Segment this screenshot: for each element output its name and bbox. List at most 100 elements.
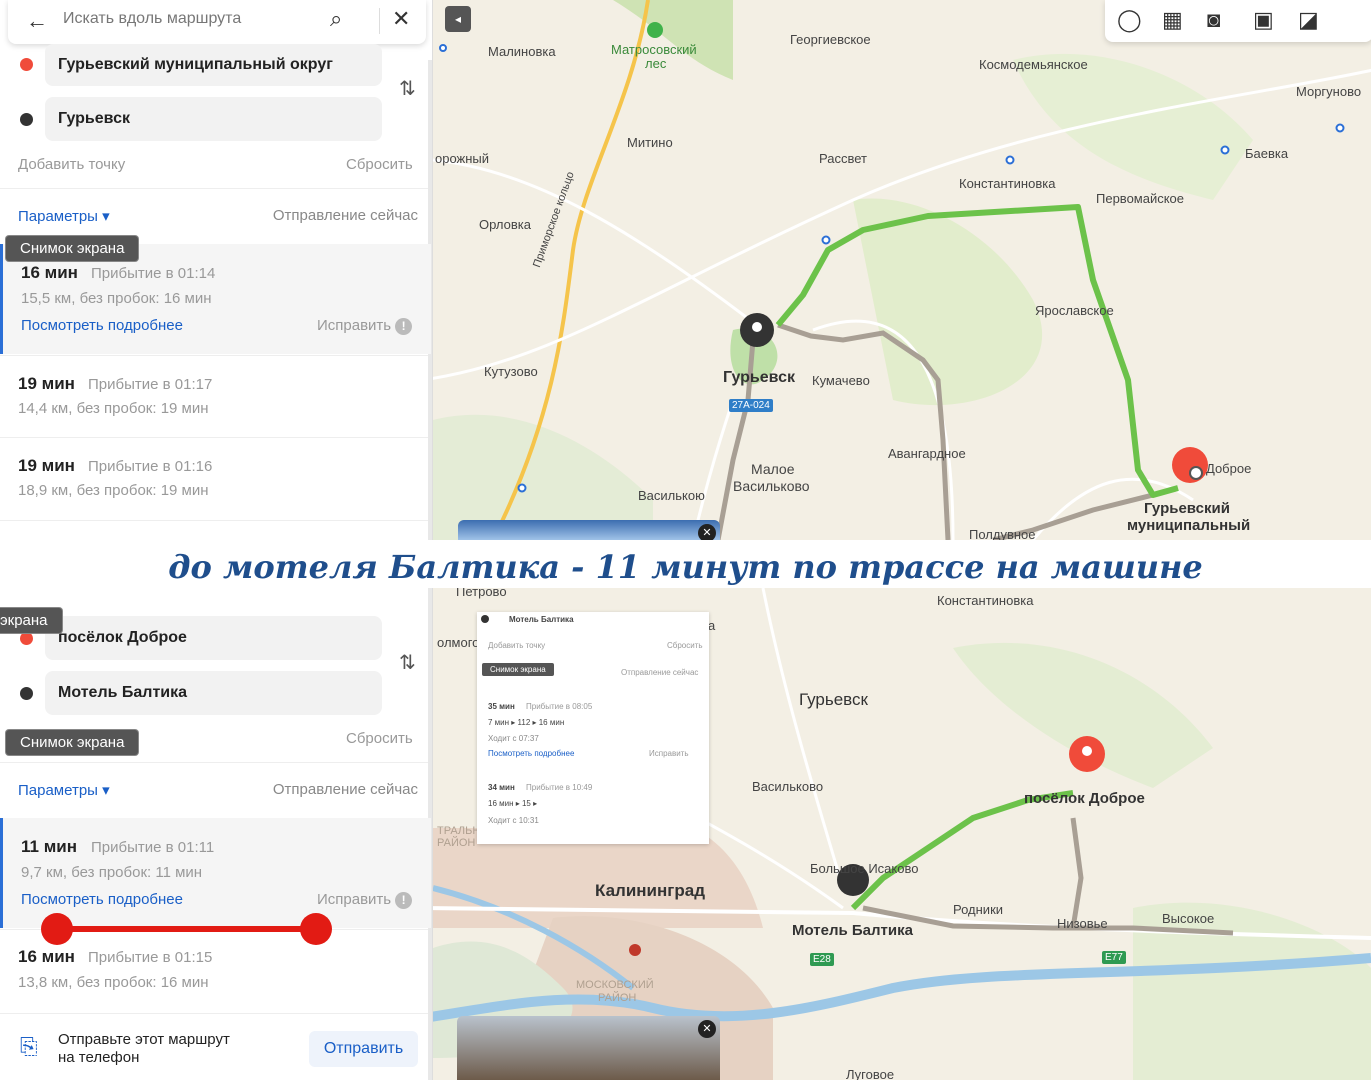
mini-route-arrival: Прибытие в 10:49 — [526, 783, 593, 792]
map-label: Родники — [953, 902, 1004, 917]
map-label: Рассвет — [819, 151, 867, 166]
map-district-label: ТРАЛЬН — [437, 825, 481, 837]
send-button[interactable]: Отправить — [309, 1031, 418, 1067]
route-distance: 15,5 км, без пробок: 16 мин — [21, 290, 212, 307]
photo-thumbnail[interactable]: ✕ — [458, 520, 720, 540]
route-distance: 14,4 км, без пробок: 19 мин — [18, 400, 209, 417]
close-icon[interactable]: ✕ — [698, 1020, 716, 1038]
add-point-link[interactable]: Добавить точку — [18, 156, 125, 173]
layers-icon[interactable]: ◯ — [1117, 7, 1142, 33]
map-label: Моргуново — [1296, 84, 1362, 99]
camera-icon[interactable]: ◙ — [1207, 7, 1220, 33]
map-label: Первомайское — [1096, 191, 1185, 206]
road-shield: 27А-024 — [729, 399, 773, 412]
map-label: Авангардное — [888, 446, 966, 461]
mini-add-point[interactable]: Добавить точку — [488, 641, 545, 650]
origin-label: Мотель Балтика — [792, 922, 913, 939]
map-label: Василькою — [638, 488, 705, 503]
send-text: Отправьте этот маршрут — [58, 1031, 230, 1048]
map-label: Митино — [627, 135, 673, 150]
map-label: Ярославское — [1035, 303, 1114, 318]
fix-label: Исправить — [317, 317, 392, 334]
map-label: Космодемьянское — [979, 57, 1088, 72]
map-label: Константиновка — [937, 593, 1034, 608]
road-shield: E28 — [810, 953, 834, 966]
mini-details-link[interactable]: Посмотреть подробнее — [488, 749, 574, 758]
map-label: Низовье — [1057, 916, 1108, 931]
params-dropdown[interactable]: Параметры ▾ — [18, 207, 110, 225]
map-label: лес — [645, 56, 667, 71]
route-fix-link[interactable]: Исправить! — [317, 317, 413, 335]
send-text: на телефон — [58, 1049, 140, 1066]
map-layer-controls: ◯ ▦ ◙ ▣ ◪ — [1105, 0, 1371, 42]
mini-departure[interactable]: Отправление сейчас — [621, 668, 698, 677]
annotation-dot — [41, 913, 73, 945]
route-option-3[interactable]: 19 мин Прибытие в 01:16 18,9 км, без про… — [0, 438, 428, 520]
mini-reset[interactable]: Сбросить — [667, 641, 703, 650]
route-point-b[interactable]: Гурьевск — [45, 97, 382, 141]
departure-select[interactable]: Отправление сейчас — [273, 207, 418, 224]
close-icon[interactable]: ✕ — [698, 524, 716, 540]
map-label: Луговое — [846, 1067, 895, 1080]
route-point-a[interactable]: Гурьевский муниципальный округ — [45, 44, 382, 86]
embedded-transit-panel: Мотель Балтика Добавить точку Сбросить С… — [477, 612, 709, 844]
search-icon[interactable]: ⌕ — [330, 6, 342, 32]
map-city-label: Гурьевск — [723, 369, 795, 386]
map-label: Высокое — [1162, 911, 1215, 926]
route-sidebar: ← Искать вдоль маршрута ⌕ ✕ Гурьевский м… — [0, 0, 433, 540]
mini-fix-link[interactable]: Исправить — [649, 749, 689, 758]
destination-label: Гурьевский — [1144, 500, 1230, 517]
top-screenshot: ◂ Малиновка Матросовский лес Георгиевско… — [0, 0, 1371, 540]
annotation-dot — [300, 913, 332, 945]
map-district-label: РАЙОН — [598, 992, 637, 1004]
collapse-sidebar-button[interactable]: ◂ — [445, 6, 471, 32]
map-label: Константиновка — [959, 176, 1056, 191]
map-label: Васильково — [733, 478, 810, 494]
photo-thumbnail[interactable]: ✕ — [457, 1016, 720, 1080]
transit-icon[interactable]: ▣ — [1253, 7, 1274, 33]
search-input[interactable]: Искать вдоль маршрута — [63, 10, 241, 28]
route-arrival: Прибытие в 01:16 — [88, 458, 213, 475]
route-details-link[interactable]: Посмотреть подробнее — [21, 317, 183, 334]
mini-route-duration: 35 мин — [488, 702, 515, 711]
mini-route-runs: Ходит с 10:31 — [488, 816, 539, 825]
map-label: Баевка — [1245, 146, 1289, 161]
traffic-icon[interactable]: ▦ — [1162, 7, 1183, 33]
map-label: Полдувное — [969, 527, 1036, 540]
mini-destination: Мотель Балтика — [509, 615, 574, 624]
end-dot-icon — [20, 113, 33, 126]
map-city-label: Гурьевск — [799, 690, 868, 709]
warning-icon: ! — [395, 318, 413, 335]
map-label: а — [708, 618, 716, 633]
destination-label: муниципальный — [1127, 517, 1251, 534]
back-arrow-icon[interactable]: ← — [26, 8, 48, 34]
road-shield: E77 — [1102, 951, 1126, 964]
close-icon[interactable]: ✕ — [392, 6, 410, 32]
divider — [379, 8, 380, 34]
map-label: Матросовский — [611, 42, 697, 57]
swap-icon[interactable]: ⇅ — [399, 76, 416, 101]
map-label: Большое Исаково — [810, 861, 919, 876]
reset-link[interactable]: Сбросить — [346, 156, 413, 173]
route-option-2[interactable]: 19 мин Прибытие в 01:17 14,4 км, без про… — [0, 356, 428, 436]
map-district-label: МОСКОВСКИЙ — [576, 979, 654, 991]
map-label: Васильково — [752, 779, 824, 794]
bottom-screenshot: Константиновка Гурьевск Васильково посёл… — [0, 588, 1371, 1080]
panorama-icon[interactable]: ◪ — [1298, 7, 1319, 33]
map-label: Кутузово — [484, 364, 538, 379]
map-top[interactable]: ◂ Малиновка Матросовский лес Георгиевско… — [433, 0, 1371, 540]
route-arrival: Прибытие в 01:17 — [88, 376, 213, 393]
route-duration: 19 мин — [18, 456, 75, 475]
map-label: Доброе — [1206, 461, 1252, 476]
start-dot-icon — [20, 58, 33, 71]
map-label: Петрово — [456, 588, 507, 599]
divider — [0, 188, 428, 189]
mini-tooltip: Снимок экрана — [482, 663, 554, 676]
mini-route-runs: Ходит с 07:37 — [488, 734, 539, 743]
map-label: орожный — [435, 151, 490, 166]
map-label: Георгиевское — [790, 32, 871, 47]
map-district-label: РАЙОН — [437, 837, 476, 849]
map-label: Орловка — [479, 217, 531, 232]
map-label: Малое — [751, 461, 795, 477]
route-duration: 19 мин — [18, 374, 75, 393]
